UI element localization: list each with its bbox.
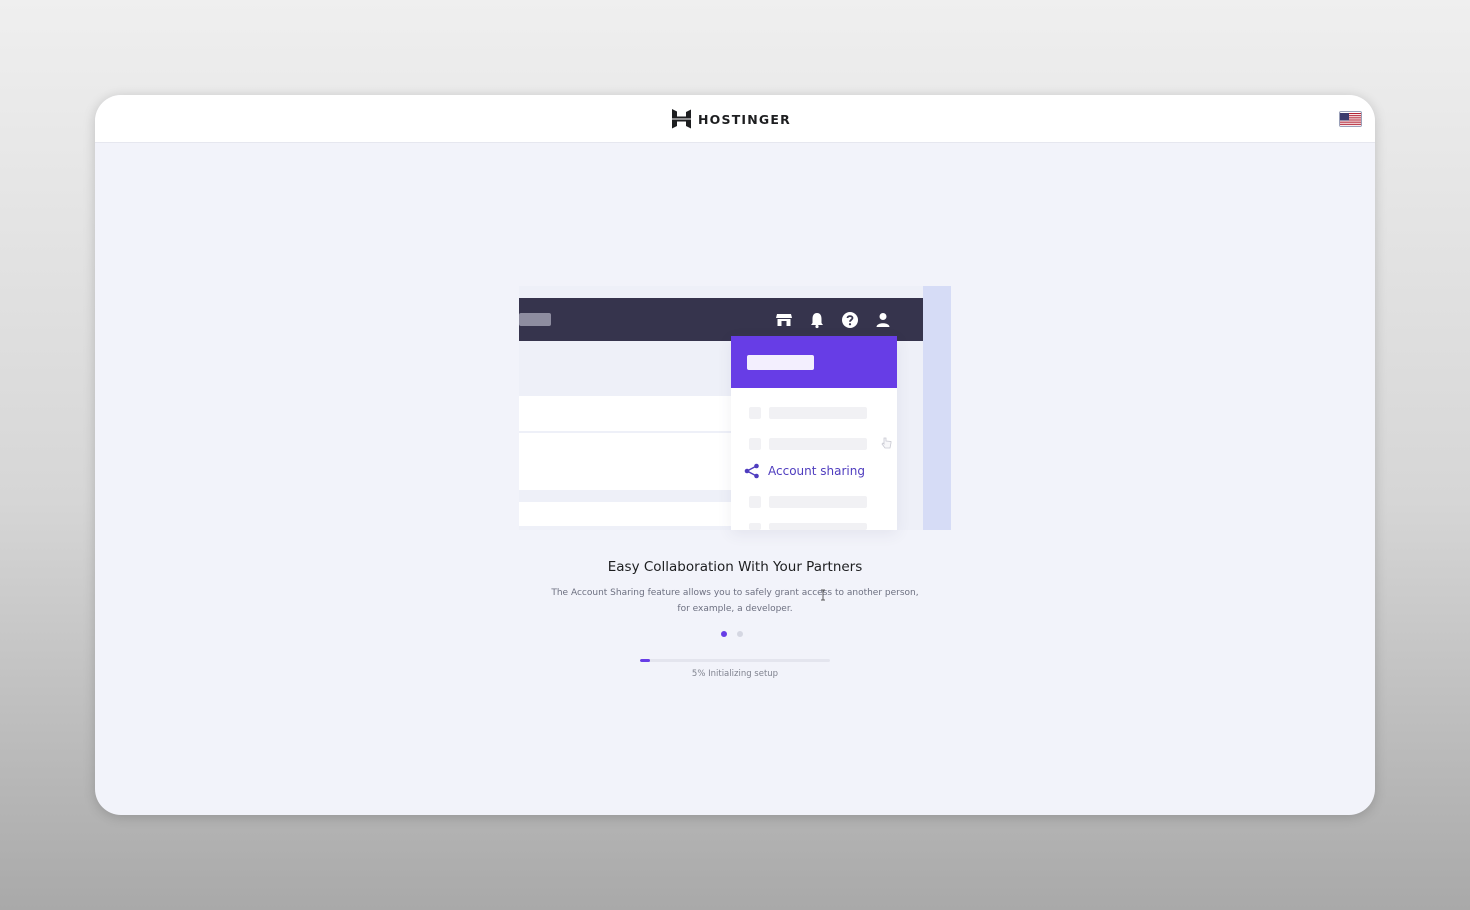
illustration-header-bar	[519, 298, 923, 341]
app-window: HOSTINGER Account sharing Easy Collabora…	[95, 95, 1375, 815]
us-flag-icon[interactable]	[1339, 111, 1362, 127]
slide-description-line: for example, a developer.	[677, 604, 793, 614]
skeleton-menu-item	[749, 407, 869, 419]
slide-description: The Account Sharing feature allows you t…	[535, 585, 935, 617]
illustration-logo-placeholder	[519, 313, 551, 326]
illustration-card	[519, 433, 739, 490]
help-icon	[842, 312, 858, 328]
illustration-card	[519, 396, 739, 431]
illustration-menu-title-placeholder	[747, 355, 814, 370]
account-sharing-label: Account sharing	[768, 464, 865, 478]
brand-logo: HOSTINGER	[672, 108, 791, 130]
text-cursor-icon	[821, 589, 825, 601]
store-icon	[776, 314, 792, 326]
bell-icon	[811, 313, 823, 329]
skeleton-menu-item	[749, 496, 869, 508]
slide-description-line: The Account Sharing feature allows you t…	[551, 588, 919, 598]
skeleton-menu-item	[749, 523, 869, 530]
feature-illustration: Account sharing	[519, 286, 951, 530]
setup-progress-bar	[640, 659, 830, 662]
hostinger-logo-icon	[672, 109, 691, 129]
slide-dot-1[interactable]	[721, 631, 727, 637]
setup-progress-fill	[640, 659, 650, 662]
share-icon	[744, 463, 759, 479]
setup-status-text: 5% Initializing setup	[691, 669, 779, 679]
top-bar: HOSTINGER	[95, 95, 1375, 143]
skeleton-menu-item	[749, 438, 869, 450]
hand-cursor-icon	[881, 437, 892, 449]
illustration-dropdown-menu: Account sharing	[731, 336, 897, 530]
slide-pagination	[721, 631, 743, 637]
user-icon	[876, 313, 890, 327]
slide-dot-2[interactable]	[737, 631, 743, 637]
slide-title: Easy Collaboration With Your Partners	[607, 559, 863, 575]
flag-graphic	[1340, 113, 1361, 126]
brand-name: HOSTINGER	[698, 111, 791, 127]
illustration-menu-header	[731, 336, 897, 388]
account-sharing-menu-item: Account sharing	[744, 463, 865, 479]
illustration-card	[519, 502, 739, 526]
